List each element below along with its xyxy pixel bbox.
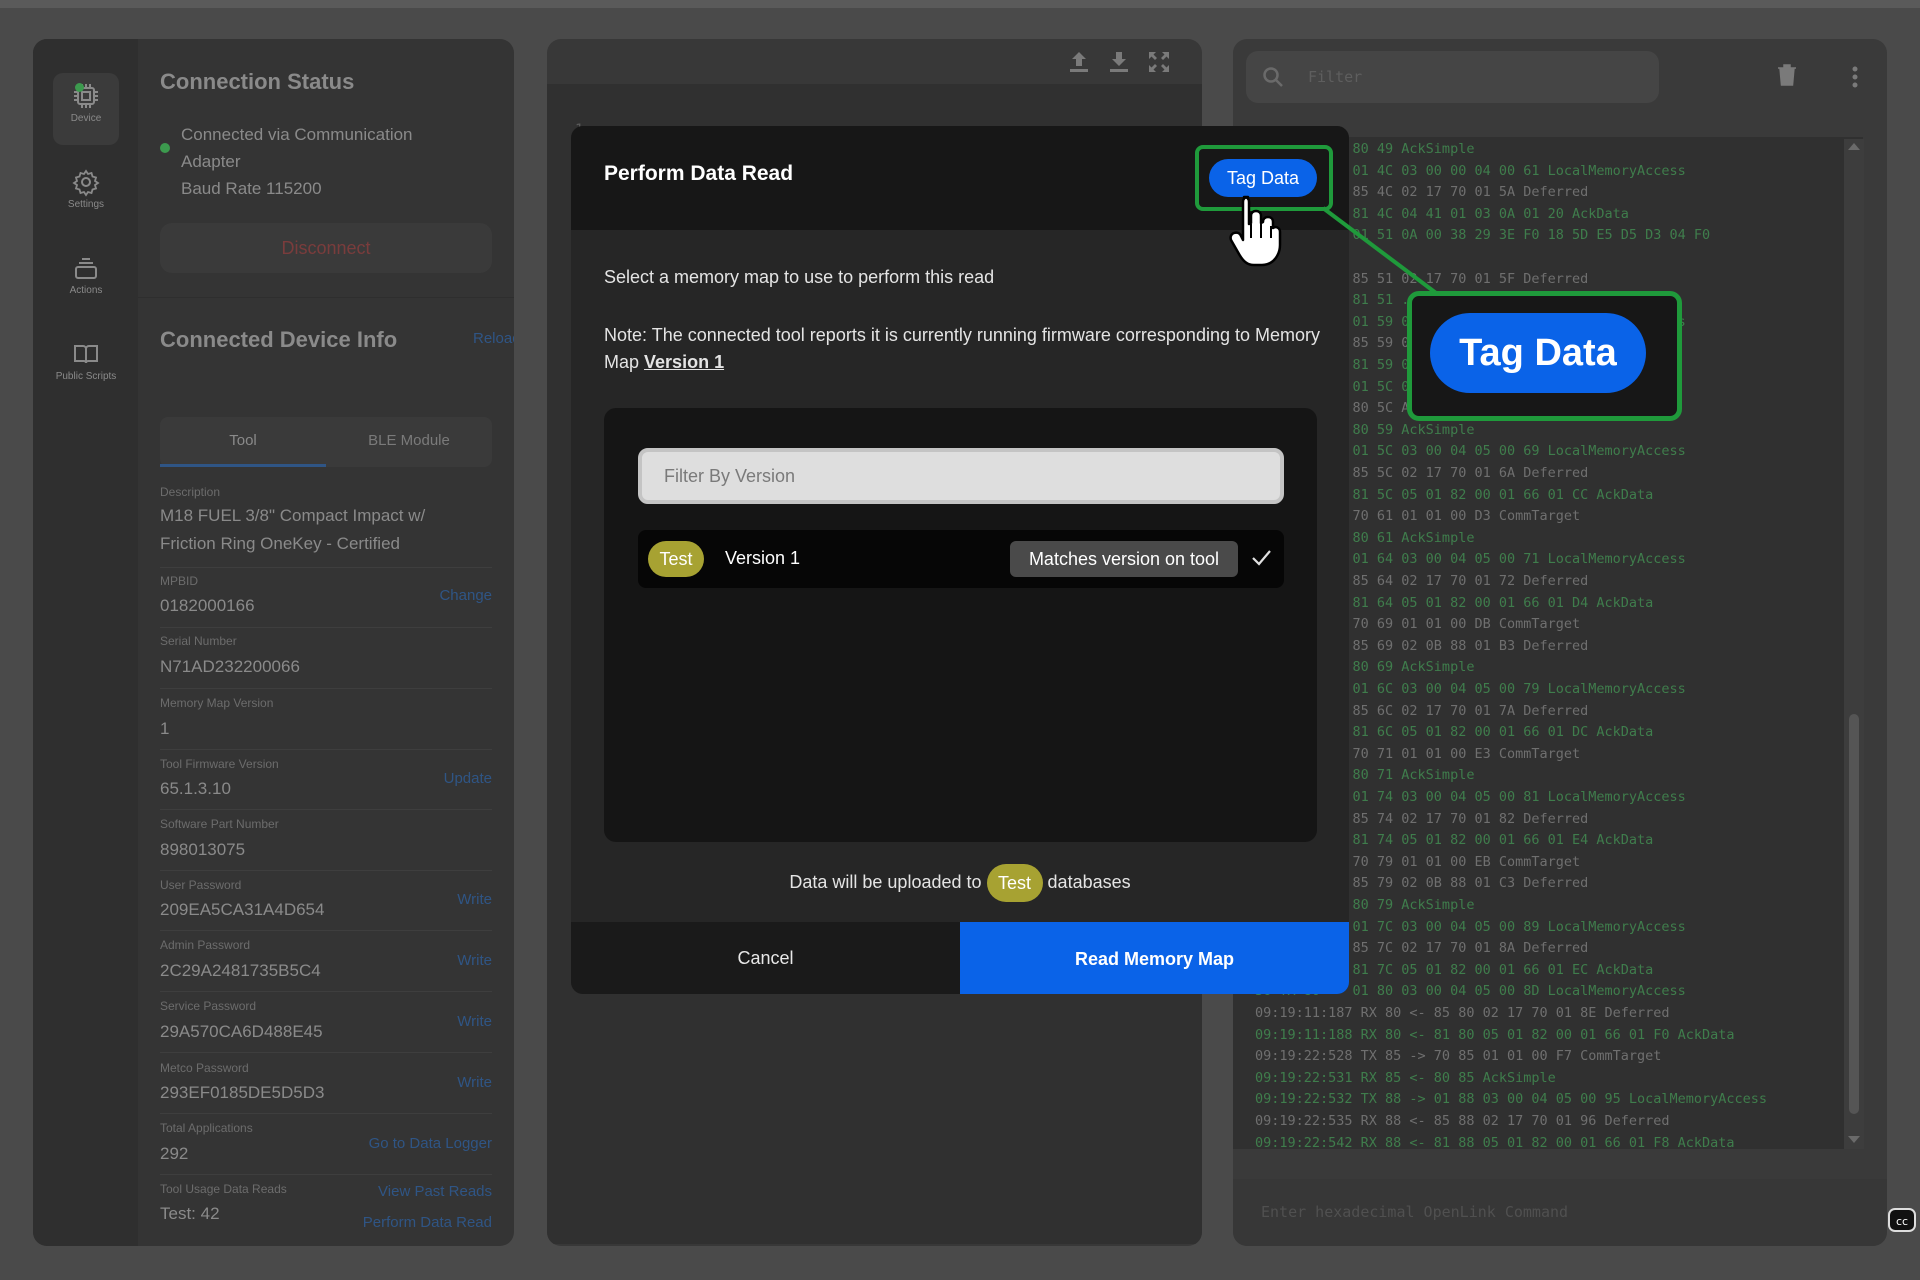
zoom-callout: Tag Data bbox=[1407, 291, 1682, 421]
zoomed-tag-data-button: Tag Data bbox=[1430, 313, 1646, 393]
hand-pointer-icon bbox=[1229, 195, 1282, 267]
callout-connector bbox=[1321, 206, 1442, 298]
